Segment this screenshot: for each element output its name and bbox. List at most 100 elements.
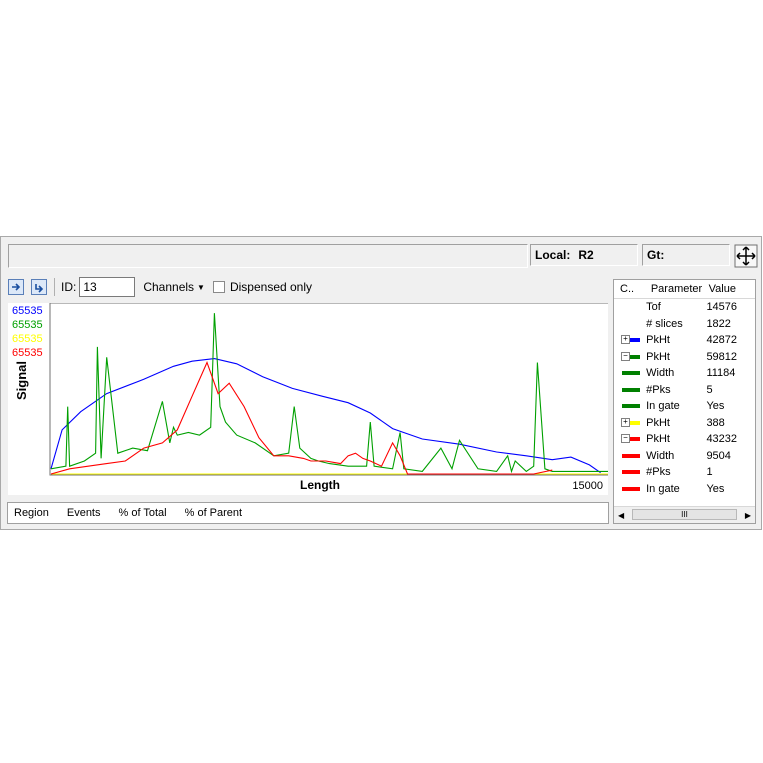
plot-toolbar: ID: Channels ▼ Dispensed only (8, 275, 608, 299)
column-header-pct-total[interactable]: % of Total (119, 507, 167, 519)
parameter-name: In gate (646, 400, 680, 413)
parameter-value: 388 (706, 416, 725, 429)
channel-color-swatch (630, 338, 640, 342)
parameter-value: 14576 (706, 301, 738, 314)
status-bar: Local: R2 Gt: (8, 244, 758, 268)
signal-plot[interactable]: 65535 65535 65535 65535 Signal Length 15… (8, 303, 608, 495)
channel-color-swatch (622, 371, 640, 375)
move-arrows-icon (734, 244, 758, 268)
collapse-icon[interactable]: − (621, 434, 630, 443)
channels-dropdown[interactable]: Channels ▼ (143, 280, 205, 294)
row-color-cell (614, 365, 643, 382)
id-input[interactable] (79, 277, 136, 297)
parameter-value: 5 (706, 383, 713, 396)
parameter-grid[interactable]: C.. Parameter Value Tof 14576 # slices 1822… (613, 279, 756, 524)
local-label: Local: (535, 248, 571, 262)
row-color-cell (614, 481, 643, 498)
gate-label: Gt: (647, 248, 665, 262)
channel-color-swatch (630, 437, 640, 441)
fit-to-window-button[interactable] (734, 244, 758, 268)
parameter-row[interactable]: #Pks 5 (614, 382, 755, 399)
parameter-row[interactable]: #Pks 1 (614, 464, 755, 481)
parameter-row[interactable]: In gate Yes (614, 398, 755, 415)
arrow-down-right-icon (35, 284, 44, 293)
row-color-cell (614, 382, 643, 399)
horizontal-scrollbar[interactable]: ◀ III ▶ (614, 506, 755, 523)
column-header-region[interactable]: Region (14, 507, 49, 519)
scroll-right-icon[interactable]: ▶ (745, 511, 751, 520)
parameter-value: Yes (706, 400, 725, 413)
column-header-events[interactable]: Events (67, 507, 101, 519)
row-color-cell: − (614, 349, 643, 366)
parameter-name: PkHt (646, 334, 670, 347)
channels-label: Channels (143, 280, 195, 294)
arrow-right-icon (12, 283, 21, 291)
channel-color-swatch (622, 387, 640, 392)
parameter-name: In gate (646, 482, 680, 495)
parameter-name: PkHt (646, 350, 670, 363)
parameter-name: PkHt (646, 433, 670, 446)
row-color-cell: − (614, 431, 643, 448)
parameter-name: PkHt (646, 416, 670, 429)
row-color-cell: + (614, 415, 643, 432)
column-header-pct-parent[interactable]: % of Parent (185, 507, 242, 519)
expand-icon[interactable]: + (621, 417, 630, 427)
parameter-row[interactable]: Width 11184 (614, 365, 755, 382)
parameter-row[interactable]: + PkHt 42872 (614, 332, 755, 349)
parameter-grid-header: C.. Parameter Value (614, 280, 755, 299)
parameter-row[interactable]: In gate Yes (614, 481, 755, 498)
parameter-value: 42872 (706, 334, 738, 347)
channel-color-swatch (630, 354, 640, 359)
chart-canvas: Length 15000 (49, 303, 608, 492)
local-region-field: Local: R2 (530, 244, 638, 266)
parameter-row[interactable]: − PkHt 43232 (614, 431, 755, 448)
row-color-cell (614, 299, 643, 316)
channel-color-swatch (622, 453, 640, 458)
plot-panel: Local: R2 Gt: ID: 13 Channels ▼ Dispense… (0, 236, 762, 530)
expand-icon[interactable]: + (621, 335, 630, 344)
parameter-value: 1822 (706, 317, 731, 330)
row-color-cell: + (614, 332, 643, 349)
region-stats-grid[interactable]: Region Events % of Total % of Parent (7, 502, 609, 524)
parameter-row[interactable]: + PkHt 388 (614, 415, 755, 432)
parameter-name: Width (646, 449, 675, 462)
parameter-row[interactable]: Tof 14576 (614, 299, 755, 316)
gate-field: Gt: (642, 244, 730, 266)
local-value: R2 (578, 248, 594, 262)
id-label: ID: (61, 280, 77, 294)
row-color-cell (614, 464, 643, 481)
row-color-cell (614, 398, 643, 415)
column-header-color[interactable]: C.. (614, 280, 648, 298)
column-header-value[interactable]: Value (705, 283, 755, 295)
parameter-row[interactable]: − PkHt 59812 (614, 349, 755, 366)
collapse-icon[interactable]: − (621, 351, 630, 361)
scroll-left-icon[interactable]: ◀ (618, 511, 624, 520)
prev-event-button[interactable] (8, 279, 24, 295)
channel-color-swatch (622, 486, 640, 491)
parameter-value: Yes (706, 482, 725, 495)
plot-frame (49, 303, 608, 476)
parameter-value: 43232 (706, 433, 738, 446)
chevron-down-icon: ▼ (197, 282, 205, 292)
dispensed-only-label: Dispensed only (229, 280, 313, 294)
parameter-name: #Pks (646, 466, 671, 479)
dispensed-only-checkbox[interactable] (212, 281, 225, 293)
scroll-thumb[interactable]: III (632, 509, 737, 520)
parameter-name: Tof (646, 301, 661, 314)
parameter-name: # slices (646, 317, 683, 330)
channel-color-swatch (622, 404, 640, 408)
parameter-value: 1 (706, 466, 713, 479)
parameter-value: 11184 (706, 367, 736, 380)
channel-color-swatch (630, 420, 640, 425)
parameter-name: #Pks (646, 383, 671, 396)
x-axis-label: Length (300, 478, 340, 492)
parameter-value: 59812 (706, 350, 738, 363)
next-event-button[interactable] (31, 279, 47, 295)
row-color-cell (614, 316, 643, 333)
toolbar-separator (54, 278, 55, 296)
parameter-row[interactable]: # slices 1822 (614, 316, 755, 333)
parameter-name: Width (646, 367, 675, 380)
parameter-row[interactable]: Width 9504 (614, 448, 755, 465)
column-header-parameter[interactable]: Parameter (648, 283, 705, 295)
x-axis-max-label: 15000 (572, 480, 603, 492)
